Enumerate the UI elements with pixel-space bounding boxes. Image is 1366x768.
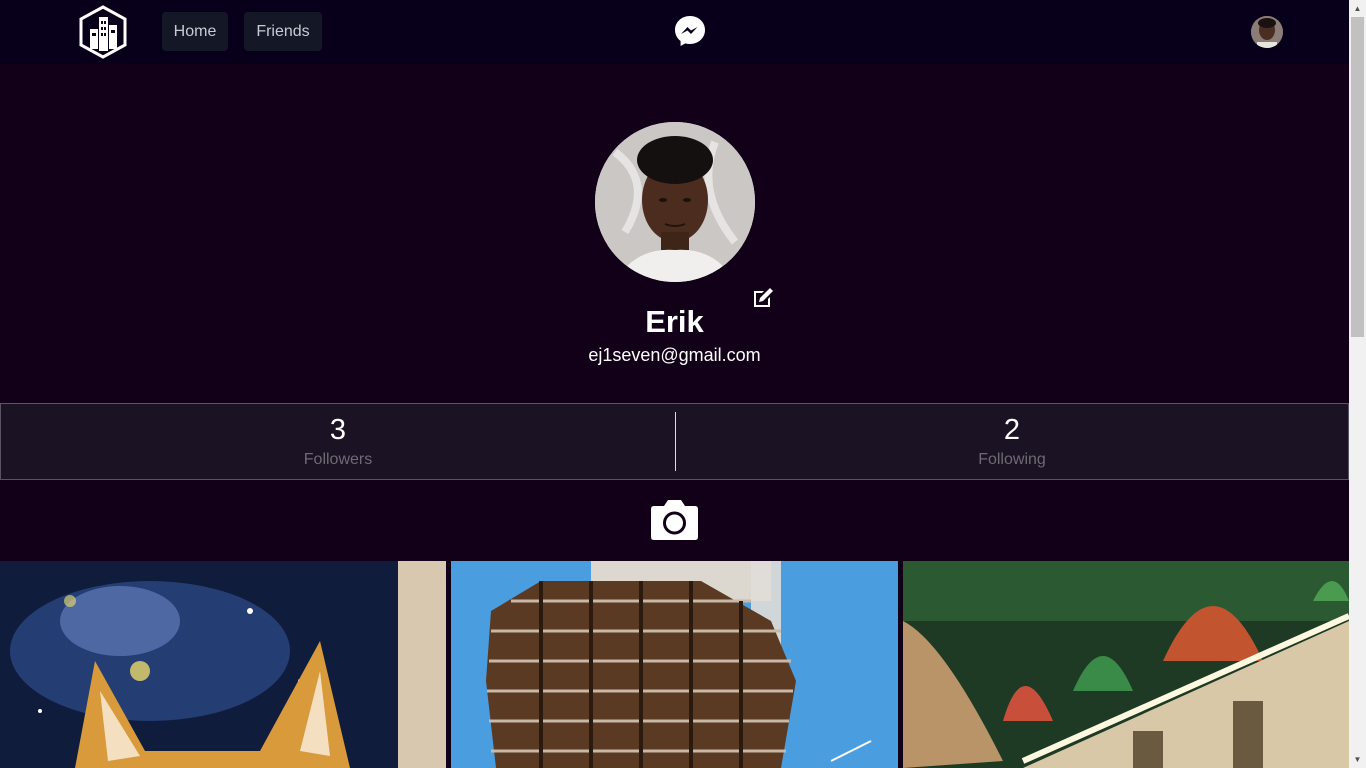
scrollbar-thumb[interactable] <box>1351 17 1364 337</box>
following-stat[interactable]: 2 Following <box>675 404 1349 479</box>
scroll-down-icon[interactable]: ▼ <box>1349 751 1366 768</box>
building-logo-icon[interactable] <box>78 5 128 59</box>
friends-button[interactable]: Friends <box>244 12 322 51</box>
followers-label: Followers <box>303 451 373 468</box>
scroll-up-icon[interactable]: ▲ <box>1349 0 1366 17</box>
profile-picture <box>595 122 755 282</box>
photo-grand-central[interactable] <box>903 561 1349 768</box>
profile-email: ej1seven@gmail.com <box>588 345 761 365</box>
profile-name: Erik <box>645 304 704 339</box>
followers-count: 3 <box>329 414 347 446</box>
follow-stats: 3 Followers 2 Following <box>0 403 1349 480</box>
home-button[interactable]: Home <box>162 12 228 51</box>
top-navbar: Home Friends <box>0 0 1349 64</box>
photo-dog[interactable] <box>0 561 446 768</box>
followers-stat[interactable]: 3 Followers <box>1 404 675 479</box>
following-label: Following <box>978 451 1046 468</box>
camera-icon[interactable] <box>650 498 699 541</box>
messenger-icon[interactable] <box>673 14 707 48</box>
photo-building[interactable] <box>451 561 898 768</box>
user-avatar[interactable] <box>1251 16 1283 48</box>
following-count: 2 <box>1003 414 1021 446</box>
